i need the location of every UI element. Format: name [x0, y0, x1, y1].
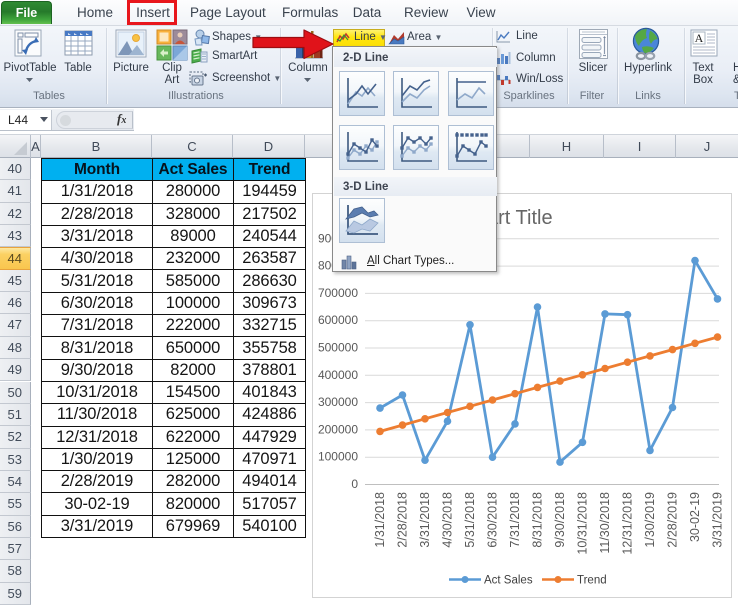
svg-text:2/28/2019: 2/28/2019 [666, 492, 680, 548]
svg-text:0: 0 [351, 477, 358, 491]
svg-text:5/31/2018: 5/31/2018 [463, 492, 477, 548]
svg-text:1/31/2018: 1/31/2018 [373, 492, 387, 548]
svg-text:30-02-19: 30-02-19 [688, 492, 702, 542]
svg-text:Trend: Trend [577, 575, 607, 587]
svg-text:11/30/2018: 11/30/2018 [598, 492, 612, 554]
svg-text:4/30/2018: 4/30/2018 [441, 492, 455, 548]
svg-text:9/30/2018: 9/30/2018 [553, 492, 567, 548]
svg-text:300000: 300000 [318, 395, 358, 409]
svg-text:A: A [695, 31, 704, 45]
svg-text:7/31/2018: 7/31/2018 [508, 492, 522, 548]
svg-text:12/31/2018: 12/31/2018 [621, 492, 635, 555]
svg-text:3/31/2019: 3/31/2019 [711, 492, 725, 548]
svg-text:1/30/2019: 1/30/2019 [643, 492, 657, 548]
svg-text:100000: 100000 [318, 450, 358, 464]
svg-text:3/31/2018: 3/31/2018 [418, 492, 432, 548]
svg-text:600000: 600000 [318, 313, 358, 327]
svg-text:6/30/2018: 6/30/2018 [486, 492, 500, 548]
svg-text:700000: 700000 [318, 286, 358, 300]
svg-text:Act Sales: Act Sales [484, 575, 533, 587]
svg-text:8/31/2018: 8/31/2018 [531, 492, 545, 548]
svg-text:200000: 200000 [318, 422, 358, 436]
svg-text:400000: 400000 [318, 368, 358, 382]
svg-text:500000: 500000 [318, 341, 358, 355]
svg-text:2/28/2018: 2/28/2018 [396, 492, 410, 548]
svg-text:10/31/2018: 10/31/2018 [576, 492, 590, 555]
